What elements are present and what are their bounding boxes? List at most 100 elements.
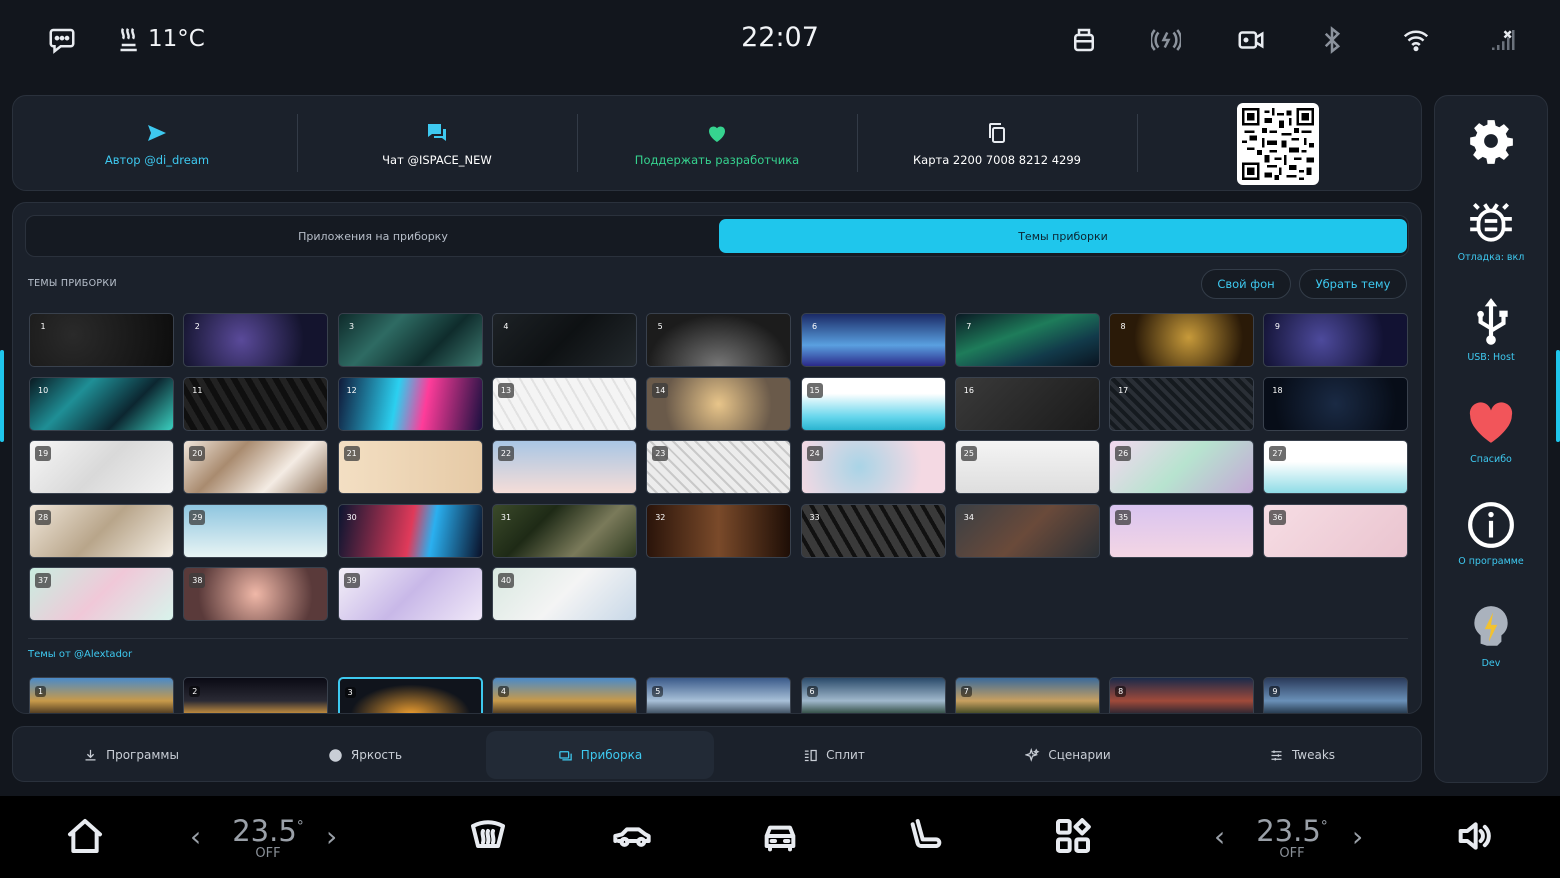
tab-dashboard-themes[interactable]: Темы приборки bbox=[719, 219, 1407, 253]
remove-theme-button[interactable]: Убрать тему bbox=[1299, 269, 1407, 299]
theme-tile[interactable]: 11 bbox=[183, 376, 329, 431]
alextador-theme-tile[interactable]: 2 bbox=[183, 677, 329, 713]
theme-number: 13 bbox=[497, 382, 515, 398]
theme-tile[interactable]: 4 bbox=[491, 313, 637, 367]
theme-tile[interactable]: 16 bbox=[954, 376, 1100, 431]
theme-tile[interactable]: 31 bbox=[491, 503, 637, 558]
theme-number: 11 bbox=[192, 385, 203, 395]
theme-tile[interactable]: 27 bbox=[1263, 440, 1409, 494]
alextador-theme-tile[interactable]: 3 bbox=[337, 677, 483, 713]
theme-tile[interactable]: 1 bbox=[29, 313, 174, 367]
theme-tile[interactable]: 20 bbox=[183, 440, 329, 494]
theme-tile[interactable]: 22 bbox=[491, 440, 637, 494]
alextador-theme-tile[interactable]: 9 bbox=[1263, 677, 1409, 713]
right-climate[interactable]: 23.5° OFF bbox=[1252, 814, 1332, 861]
usb-mode-toggle[interactable]: USB: Host bbox=[1435, 296, 1547, 363]
left-temp-up[interactable]: › bbox=[326, 820, 337, 853]
theme-number: 27 bbox=[1269, 446, 1286, 461]
theme-tile[interactable]: 39 bbox=[337, 567, 483, 621]
tab-brightness[interactable]: Яркость bbox=[251, 731, 479, 779]
tab-scenarios[interactable]: Сценарии bbox=[954, 731, 1182, 779]
theme-number: 3 bbox=[344, 687, 356, 698]
tab-apps-on-dashboard[interactable]: Приложения на приборку bbox=[29, 219, 717, 253]
theme-tile[interactable]: 15 bbox=[800, 376, 946, 431]
theme-tile[interactable]: 34 bbox=[954, 503, 1100, 558]
theme-tile[interactable]: 33 bbox=[800, 503, 946, 558]
debug-toggle[interactable]: Отладка: вкл bbox=[1435, 196, 1547, 263]
chat-link[interactable]: Чат @ISPACE_NEW bbox=[297, 96, 577, 192]
thanks-button[interactable]: Спасибо bbox=[1435, 398, 1547, 465]
theme-number: 6 bbox=[811, 322, 818, 331]
alextador-theme-tile[interactable]: 7 bbox=[954, 677, 1100, 713]
theme-tile[interactable]: 9 bbox=[1263, 313, 1409, 367]
home-button[interactable] bbox=[63, 814, 107, 858]
theme-tile[interactable]: 35 bbox=[1109, 503, 1255, 558]
theme-number: 35 bbox=[1115, 509, 1132, 525]
tab-split[interactable]: Сплит bbox=[720, 731, 948, 779]
car-side-button[interactable] bbox=[610, 814, 654, 858]
left-temp-down[interactable]: ‹ bbox=[190, 820, 201, 853]
theme-tile[interactable]: 5 bbox=[646, 313, 792, 367]
theme-tile[interactable]: 29 bbox=[183, 503, 329, 558]
seat-button[interactable] bbox=[904, 814, 948, 858]
theme-number: 20 bbox=[189, 446, 206, 461]
apps-button[interactable] bbox=[1051, 814, 1095, 858]
car-front-button[interactable] bbox=[758, 814, 802, 858]
theme-tile[interactable]: 25 bbox=[954, 440, 1100, 494]
split-icon bbox=[805, 749, 817, 761]
volume-button[interactable] bbox=[1452, 814, 1496, 858]
settings-button[interactable] bbox=[1435, 116, 1547, 166]
theme-number: 39 bbox=[343, 573, 360, 588]
theme-tile[interactable]: 18 bbox=[1263, 376, 1409, 431]
apps-grid-icon bbox=[1056, 818, 1091, 853]
circle-icon bbox=[329, 748, 342, 762]
card-copy[interactable]: Карта 2200 7008 8212 4299 bbox=[857, 96, 1137, 192]
theme-tile[interactable]: 37 bbox=[29, 567, 174, 621]
theme-number: 37 bbox=[35, 573, 52, 588]
wifi-icon bbox=[1398, 22, 1434, 58]
theme-tile[interactable]: 40 bbox=[491, 567, 637, 621]
theme-tile[interactable]: 32 bbox=[646, 503, 792, 558]
theme-tile[interactable]: 12 bbox=[337, 376, 483, 431]
theme-tile[interactable]: 26 bbox=[1109, 440, 1255, 494]
theme-tile[interactable]: 7 bbox=[954, 313, 1100, 367]
theme-tile[interactable]: 19 bbox=[29, 440, 174, 494]
theme-tile[interactable]: 10 bbox=[29, 376, 174, 431]
theme-tile[interactable]: 3 bbox=[337, 313, 483, 367]
theme-tile[interactable]: 30 bbox=[337, 503, 483, 558]
theme-tile[interactable]: 8 bbox=[1109, 313, 1255, 367]
tab-tweaks[interactable]: Tweaks bbox=[1188, 731, 1416, 779]
theme-tile[interactable]: 23 bbox=[646, 440, 792, 494]
theme-tile[interactable]: 24 bbox=[800, 440, 946, 494]
theme-tile[interactable]: 2 bbox=[183, 313, 329, 367]
alextador-theme-tile[interactable]: 5 bbox=[646, 677, 792, 713]
theme-tile[interactable]: 21 bbox=[337, 440, 483, 494]
alextador-theme-tile[interactable]: 8 bbox=[1109, 677, 1255, 713]
theme-number: 32 bbox=[655, 512, 666, 522]
support-link[interactable]: Поддержать разработчика bbox=[577, 96, 857, 192]
theme-number: 19 bbox=[35, 446, 52, 461]
alextador-theme-tile[interactable]: 6 bbox=[800, 677, 946, 713]
right-temp-down[interactable]: ‹ bbox=[1214, 820, 1225, 853]
info-icon bbox=[1468, 502, 1514, 548]
theme-tile[interactable]: 36 bbox=[1263, 503, 1409, 558]
theme-tile[interactable]: 17 bbox=[1109, 376, 1255, 431]
about-button[interactable]: О программе bbox=[1435, 500, 1547, 567]
own-background-button[interactable]: Свой фон bbox=[1201, 269, 1291, 299]
chat-bubble-icon[interactable] bbox=[44, 22, 80, 58]
theme-tile[interactable]: 6 bbox=[800, 313, 946, 367]
alextador-theme-tile[interactable]: 1 bbox=[29, 677, 174, 713]
dev-button[interactable]: Dev bbox=[1435, 602, 1547, 669]
tab-programs[interactable]: Программы bbox=[17, 731, 245, 779]
tab-dashboard[interactable]: Приборка bbox=[486, 731, 714, 779]
alextador-theme-tile[interactable]: 4 bbox=[491, 677, 637, 713]
theme-tile[interactable]: 13 bbox=[491, 376, 637, 431]
theme-tile[interactable]: 28 bbox=[29, 503, 174, 558]
theme-tile[interactable]: 14 bbox=[646, 376, 792, 431]
theme-tile[interactable]: 38 bbox=[183, 567, 329, 621]
author-link[interactable]: Автор @di_dream bbox=[17, 96, 297, 192]
left-climate[interactable]: 23.5° OFF bbox=[228, 814, 308, 861]
right-temp-up[interactable]: › bbox=[1352, 820, 1363, 853]
theme-number: 10 bbox=[38, 385, 49, 395]
rear-defrost-button[interactable] bbox=[466, 814, 510, 858]
